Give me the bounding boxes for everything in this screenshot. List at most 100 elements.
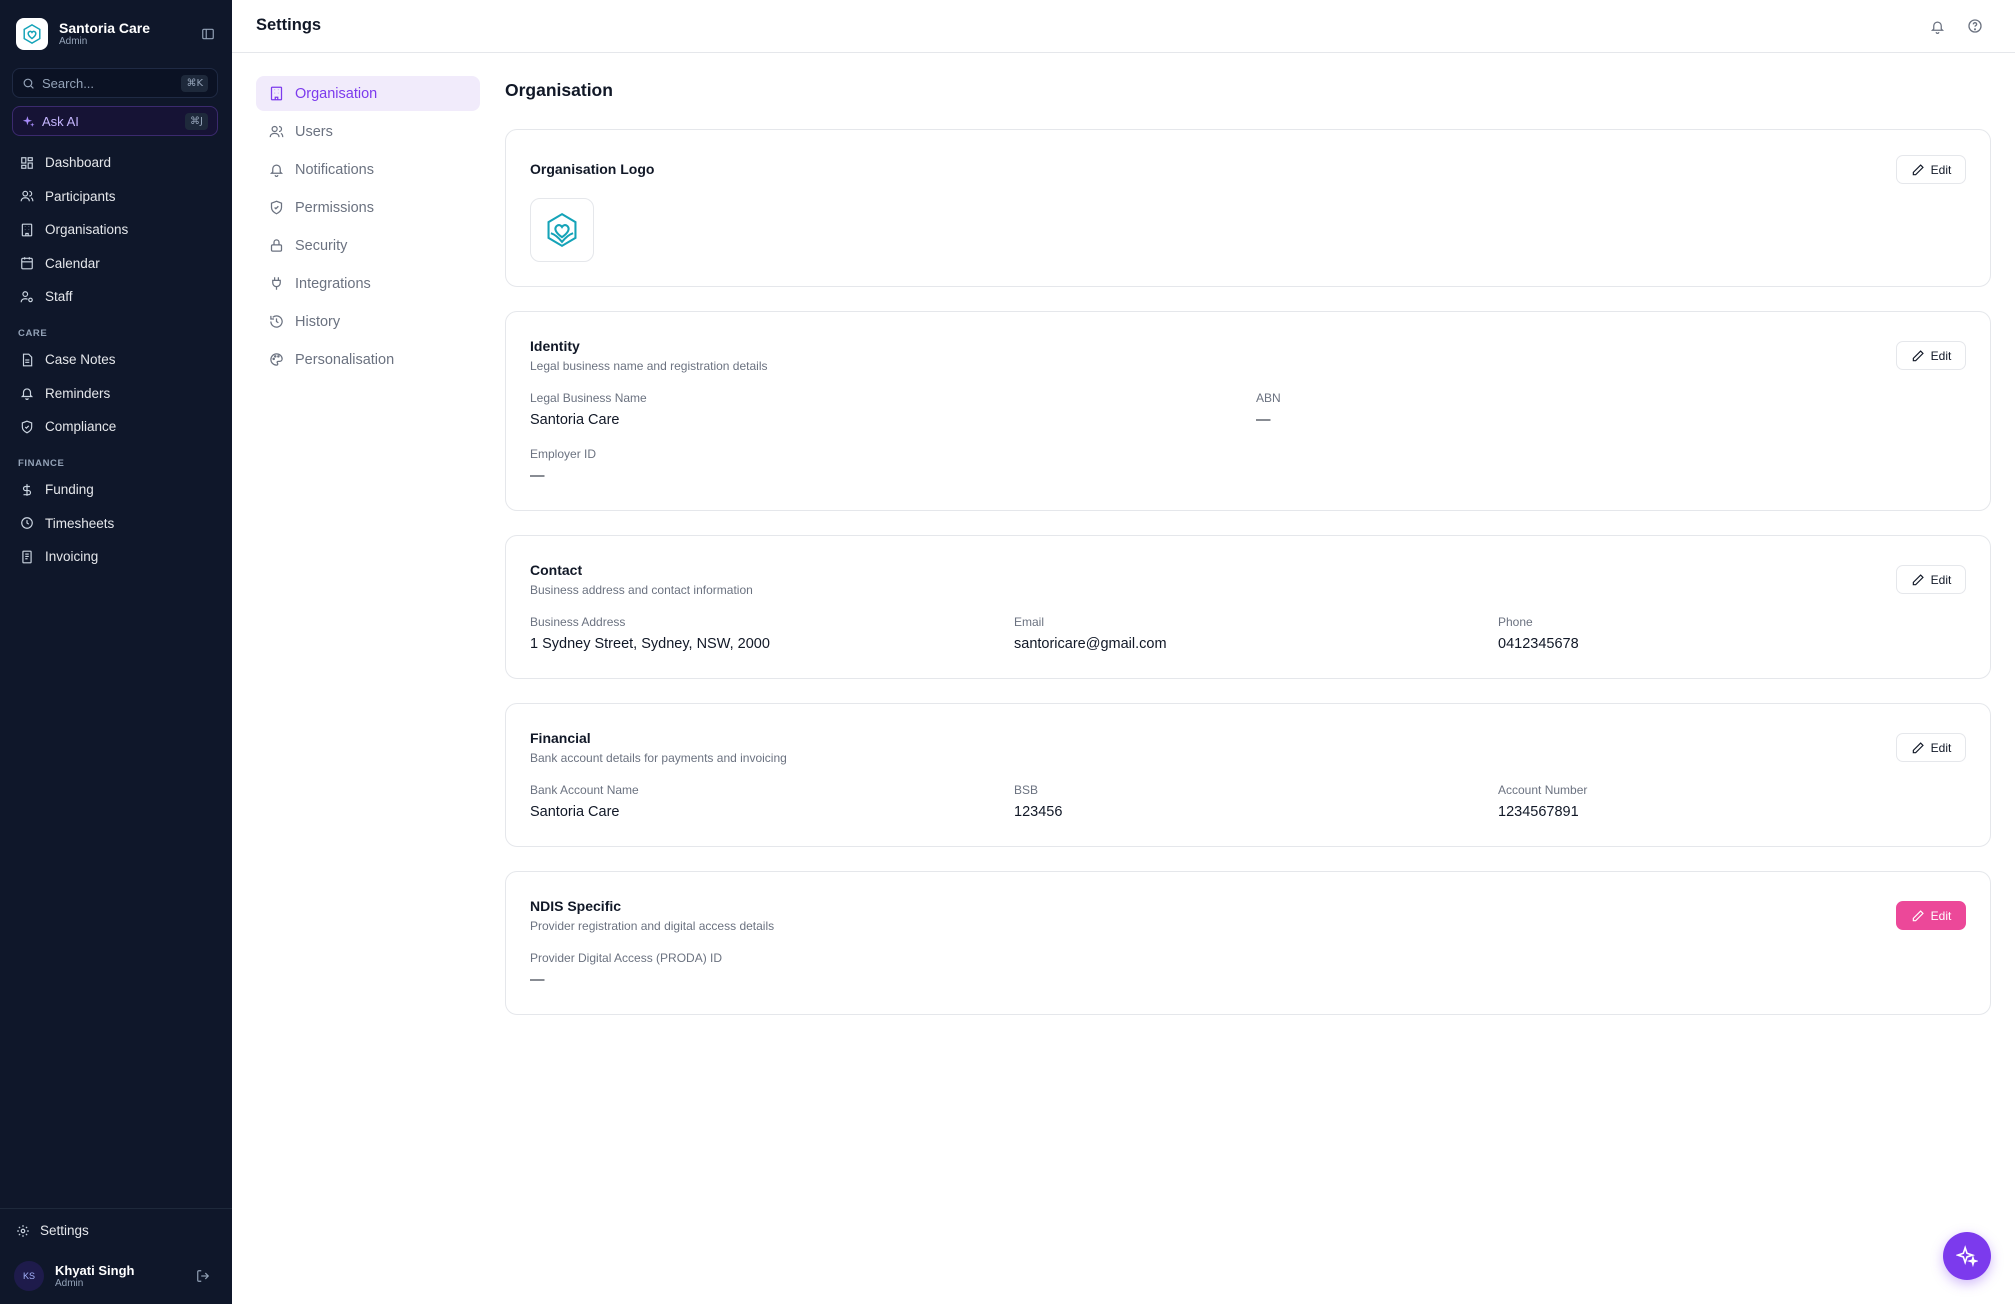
- edit-identity-button[interactable]: Edit: [1896, 341, 1966, 370]
- sidebar-item-label: Participants: [45, 188, 116, 204]
- ask-ai-button[interactable]: Ask AI ⌘J: [12, 106, 218, 136]
- proda-label: Provider Digital Access (PRODA) ID: [530, 951, 723, 965]
- sidebar: Santoria Care Admin ⌘K Ask AI ⌘J Dashboa…: [0, 0, 232, 1304]
- sidebar-item-dashboard[interactable]: Dashboard: [12, 146, 222, 180]
- edit-contact-button[interactable]: Edit: [1896, 565, 1966, 594]
- abn-value: —: [1256, 412, 1271, 428]
- card-title: Organisation Logo: [530, 161, 655, 177]
- sidebar-item-participants[interactable]: Participants: [12, 180, 222, 214]
- sidebar-item-reminders[interactable]: Reminders: [12, 377, 222, 411]
- staff-icon: [19, 289, 35, 305]
- logo-heart-icon: [547, 212, 577, 248]
- phone-label: Phone: [1498, 615, 1533, 629]
- bell-icon: [19, 385, 35, 401]
- clock-icon: [19, 515, 35, 531]
- edit-label: Edit: [1930, 908, 1952, 923]
- settings-nav-label: Notifications: [295, 161, 374, 178]
- legal-name-label: Legal Business Name: [530, 391, 647, 405]
- collapse-sidebar-icon[interactable]: [199, 25, 217, 43]
- search-box[interactable]: ⌘K: [12, 68, 218, 98]
- settings-nav-label: History: [295, 313, 341, 330]
- bank-name-label: Bank Account Name: [530, 783, 639, 797]
- main-nav: Dashboard Participants Organisations Cal…: [12, 146, 222, 314]
- sidebar-item-settings[interactable]: Settings: [16, 1223, 89, 1238]
- search-input[interactable]: [42, 75, 172, 91]
- finance-nav: Funding Timesheets Invoicing: [12, 473, 222, 574]
- edit-label: Edit: [1930, 740, 1952, 755]
- settings-nav-permissions[interactable]: Permissions: [256, 190, 480, 225]
- building-icon: [19, 222, 35, 238]
- sidebar-item-staff[interactable]: Staff: [12, 280, 222, 314]
- pencil-icon: [1911, 573, 1925, 587]
- contact-card: Contact Business address and contact inf…: [505, 535, 1991, 679]
- sidebar-item-label: Calendar: [45, 255, 100, 271]
- finance-section-heading: FINANCE: [18, 458, 65, 469]
- organisation-logo[interactable]: [530, 198, 594, 262]
- notification-bell-icon[interactable]: [1928, 17, 1946, 35]
- settings-nav-label: Users: [295, 123, 333, 140]
- card-subtitle: Bank account details for payments and in…: [530, 751, 787, 765]
- card-title: NDIS Specific: [530, 898, 622, 914]
- building-icon: [268, 86, 284, 102]
- settings-nav-notifications[interactable]: Notifications: [256, 152, 480, 187]
- edit-ndis-button[interactable]: Edit: [1896, 901, 1966, 930]
- settings-nav-users[interactable]: Users: [256, 114, 480, 149]
- invoice-icon: [19, 549, 35, 565]
- edit-label: Edit: [1930, 348, 1952, 363]
- card-subtitle: Business address and contact information: [530, 583, 753, 597]
- settings-nav-integrations[interactable]: Integrations: [256, 266, 480, 301]
- settings-nav-security[interactable]: Security: [256, 228, 480, 263]
- settings-nav-label: Organisation: [295, 85, 378, 102]
- page-title: Settings: [256, 16, 322, 34]
- sidebar-item-invoicing[interactable]: Invoicing: [12, 540, 222, 574]
- sidebar-item-label: Funding: [45, 482, 94, 498]
- bsb-value: 123456: [1014, 804, 1063, 820]
- ask-ai-label: Ask AI: [42, 113, 79, 129]
- phone-value: 0412345678: [1498, 636, 1579, 652]
- sidebar-item-label: Reminders: [45, 385, 111, 401]
- employer-id-value: —: [530, 468, 545, 484]
- user-profile[interactable]: KS Khyati Singh Admin: [14, 1261, 134, 1291]
- palette-icon: [268, 352, 284, 368]
- settings-nav-organisation[interactable]: Organisation: [256, 76, 480, 111]
- ai-assistant-button[interactable]: [1943, 1232, 1991, 1280]
- sidebar-item-label: Compliance: [45, 419, 117, 435]
- sidebar-item-label: Staff: [45, 289, 73, 305]
- sidebar-item-case-notes[interactable]: Case Notes: [12, 343, 222, 377]
- account-number-value: 1234567891: [1498, 804, 1579, 820]
- edit-financial-button[interactable]: Edit: [1896, 733, 1966, 762]
- pencil-icon: [1911, 163, 1925, 177]
- sidebar-item-calendar[interactable]: Calendar: [12, 247, 222, 281]
- sidebar-item-label: Invoicing: [45, 549, 99, 565]
- care-nav: Case Notes Reminders Compliance: [12, 343, 222, 444]
- search-icon: [22, 77, 35, 90]
- settings-nav-history[interactable]: History: [256, 304, 480, 339]
- section-heading: Organisation: [505, 80, 613, 100]
- brand[interactable]: Santoria Care Admin: [16, 18, 150, 50]
- sidebar-item-compliance[interactable]: Compliance: [12, 410, 222, 444]
- card-subtitle: Legal business name and registration det…: [530, 359, 768, 373]
- sidebar-item-organisations[interactable]: Organisations: [12, 213, 222, 247]
- settings-nav-personalisation[interactable]: Personalisation: [256, 342, 480, 377]
- calendar-icon: [19, 255, 35, 271]
- bell-icon: [268, 162, 284, 178]
- card-title: Contact: [530, 562, 583, 578]
- settings-nav-label: Integrations: [295, 275, 371, 292]
- edit-logo-button[interactable]: Edit: [1896, 155, 1966, 184]
- sidebar-item-timesheets[interactable]: Timesheets: [12, 507, 222, 541]
- sidebar-item-label: Case Notes: [45, 352, 116, 368]
- settings-nav-label: Permissions: [295, 199, 374, 216]
- user-name: Khyati Singh: [55, 1262, 135, 1278]
- logout-icon[interactable]: [196, 1269, 210, 1283]
- sidebar-item-funding[interactable]: Funding: [12, 473, 222, 507]
- topbar: Settings: [232, 0, 2015, 53]
- help-icon[interactable]: [1966, 17, 1984, 35]
- brand-logo-icon: [16, 18, 48, 50]
- edit-label: Edit: [1930, 572, 1952, 587]
- address-value: 1 Sydney Street, Sydney, NSW, 2000: [530, 636, 770, 652]
- organisation-logo-card: Organisation Logo Edit: [505, 129, 1991, 287]
- financial-card: Financial Bank account details for payme…: [505, 703, 1991, 847]
- identity-card: Identity Legal business name and registr…: [505, 311, 1991, 511]
- employer-id-label: Employer ID: [530, 447, 597, 461]
- bank-name-value: Santoria Care: [530, 804, 620, 820]
